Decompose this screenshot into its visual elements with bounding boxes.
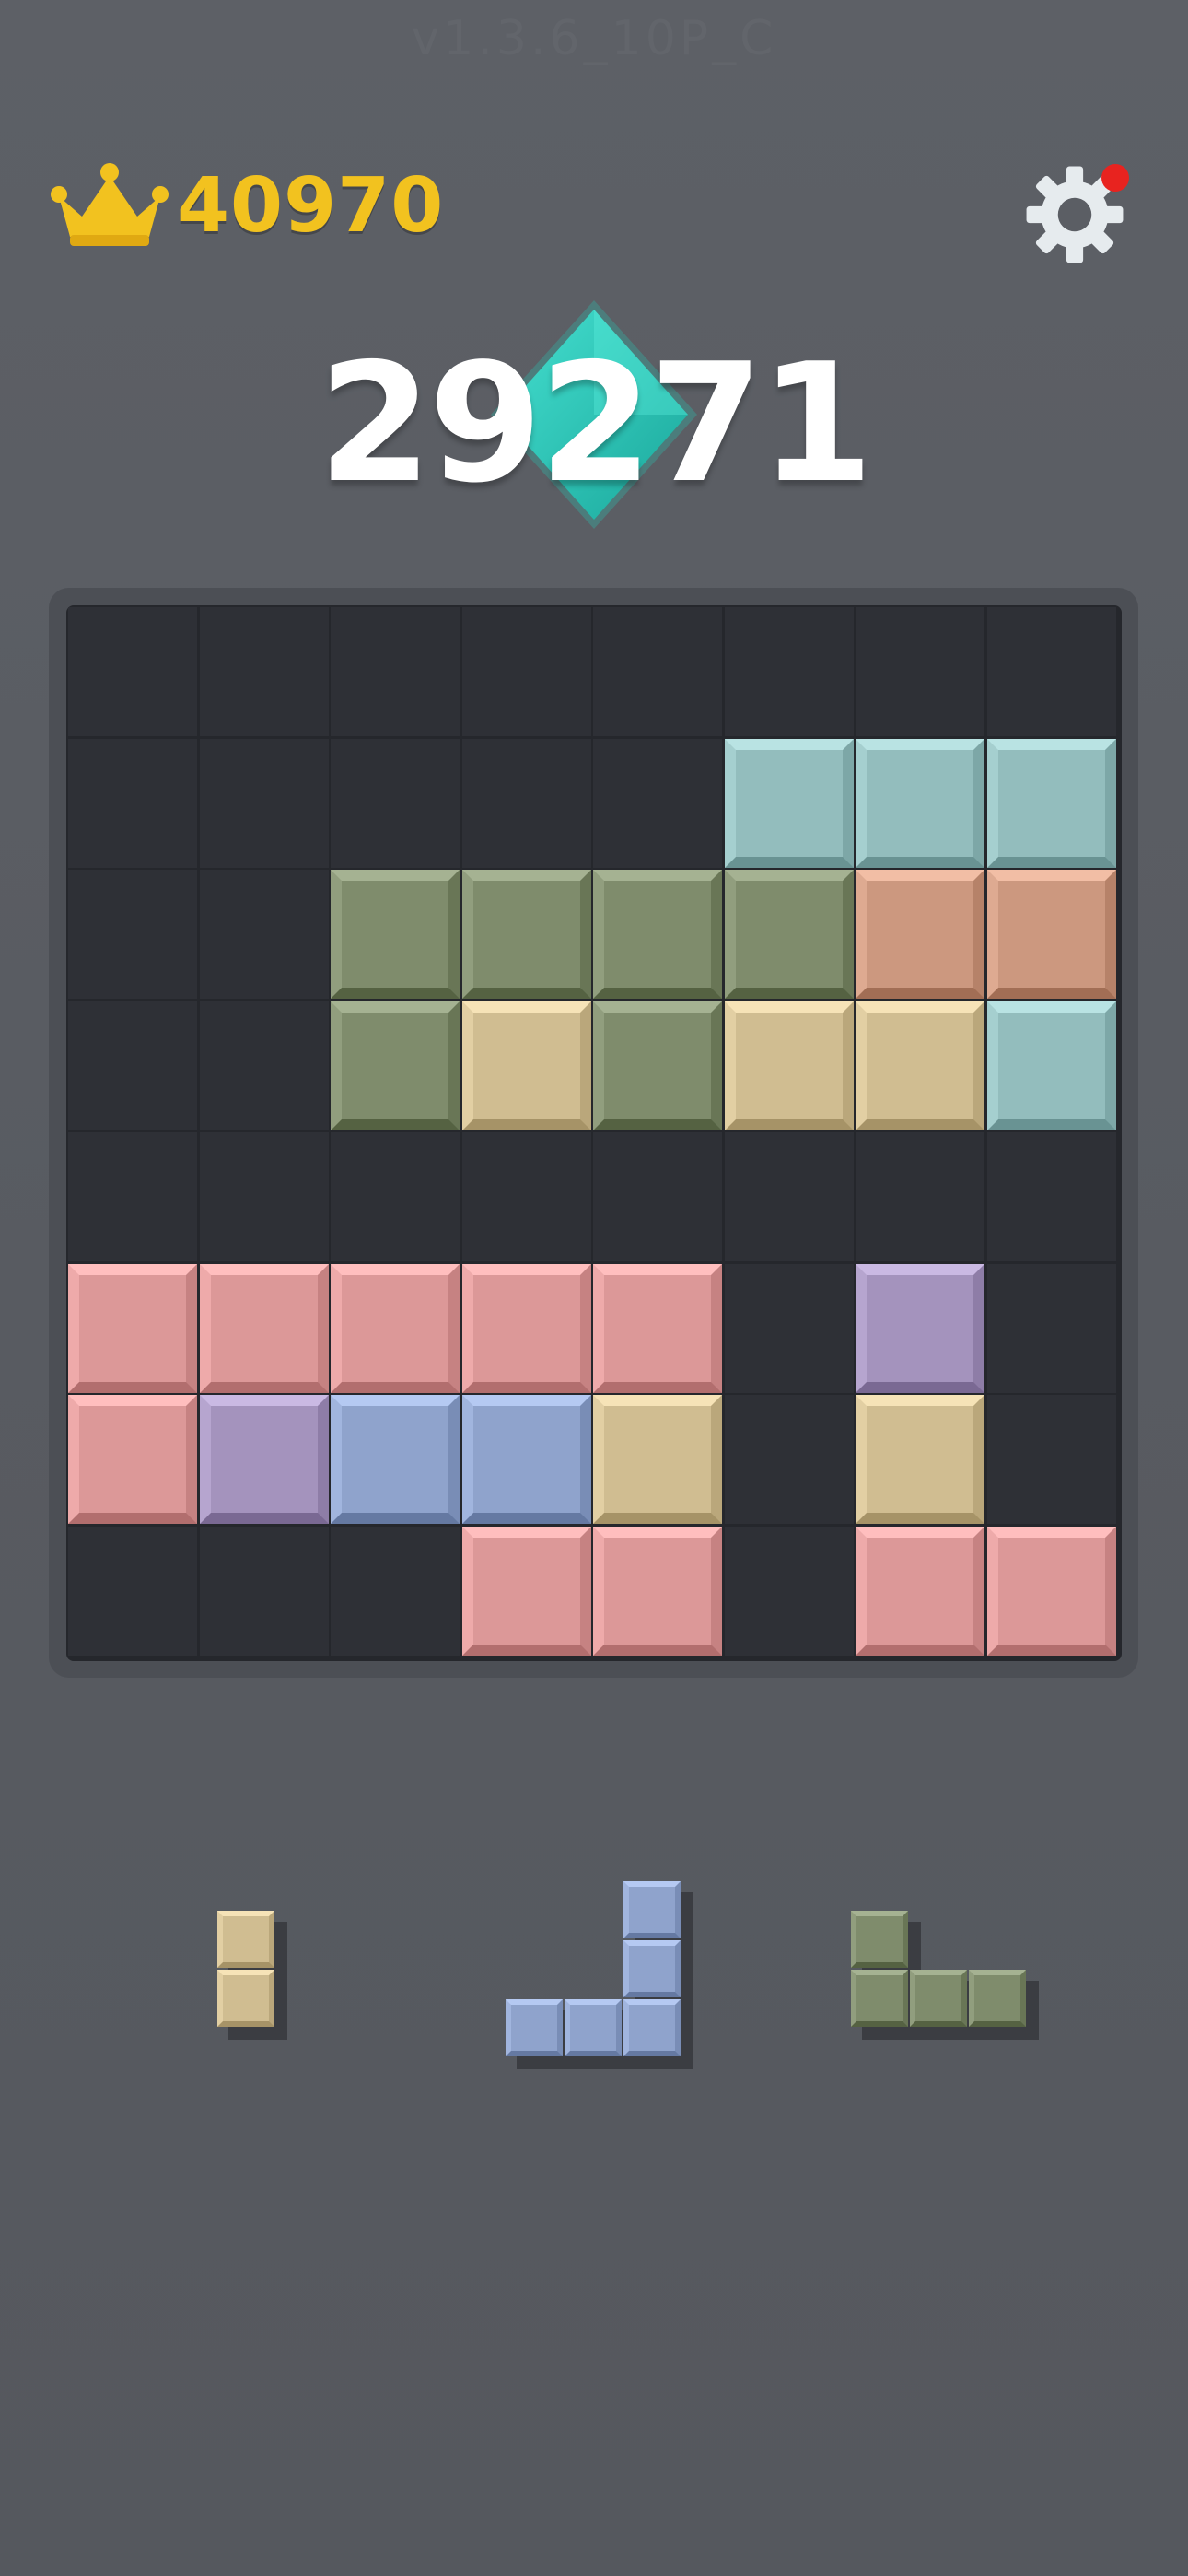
board-cell-tan[interactable]	[461, 1001, 591, 1130]
board-cell-tan[interactable]	[593, 1395, 722, 1524]
board-cell-empty[interactable]	[331, 1132, 460, 1261]
board-cell-olive[interactable]	[331, 1001, 460, 1130]
current-score: 29271	[318, 328, 873, 519]
version-label: v1.3.6_10P_C	[411, 11, 777, 66]
piece-block-blue	[623, 1999, 681, 2056]
board-cell-empty[interactable]	[331, 738, 460, 868]
board-cell-pink[interactable]	[68, 1395, 197, 1524]
board-cell-empty[interactable]	[593, 607, 722, 736]
board-cell-purple[interactable]	[199, 1395, 329, 1524]
best-score-value: 40970	[177, 161, 445, 250]
board-cell-empty[interactable]	[199, 1001, 329, 1130]
piece-block-blue	[565, 1999, 622, 2056]
board-cell-empty[interactable]	[199, 1132, 329, 1261]
board-cell-empty[interactable]	[986, 607, 1116, 736]
board-cell-empty[interactable]	[199, 1526, 329, 1656]
board-cell-empty[interactable]	[199, 607, 329, 736]
board-cell-tan[interactable]	[724, 1001, 854, 1130]
board-cell-blue[interactable]	[331, 1395, 460, 1524]
board-cell-empty[interactable]	[461, 738, 591, 868]
board-cell-empty[interactable]	[986, 1132, 1116, 1261]
board-cell-empty[interactable]	[68, 738, 197, 868]
best-score-display: 40970	[50, 155, 444, 256]
board-cell-empty[interactable]	[856, 607, 984, 736]
board-cell-pink[interactable]	[199, 1263, 329, 1393]
board-cell-empty[interactable]	[724, 1263, 854, 1393]
game-board[interactable]	[66, 605, 1122, 1661]
board-cell-empty[interactable]	[331, 607, 460, 736]
board-cell-olive[interactable]	[331, 870, 460, 999]
piece-block-blue	[506, 1999, 563, 2056]
board-cell-empty[interactable]	[68, 607, 197, 736]
board-cell-empty[interactable]	[724, 1395, 854, 1524]
board-cell-empty[interactable]	[856, 1132, 984, 1261]
board-cell-purple[interactable]	[856, 1263, 984, 1393]
board-cell-orange[interactable]	[986, 870, 1116, 999]
board-cell-empty[interactable]	[593, 1132, 722, 1261]
board-cell-pink[interactable]	[593, 1263, 722, 1393]
board-cell-empty[interactable]	[461, 607, 591, 736]
board-cell-orange[interactable]	[856, 870, 984, 999]
board-cell-empty[interactable]	[986, 1263, 1116, 1393]
board-cell-teal[interactable]	[986, 738, 1116, 868]
board-cell-teal[interactable]	[724, 738, 854, 868]
piece-block-blue	[623, 1881, 681, 1938]
board-cell-empty[interactable]	[986, 1395, 1116, 1524]
board-cell-pink[interactable]	[461, 1263, 591, 1393]
board-cell-pink[interactable]	[461, 1526, 591, 1656]
crown-icon	[51, 163, 169, 246]
settings-button[interactable]	[1022, 162, 1129, 267]
board-cell-teal[interactable]	[856, 738, 984, 868]
board-cell-empty[interactable]	[331, 1526, 460, 1656]
board-cell-tan[interactable]	[856, 1395, 984, 1524]
board-cell-empty[interactable]	[68, 1001, 197, 1130]
board-cell-tan[interactable]	[856, 1001, 984, 1130]
board-cell-pink[interactable]	[68, 1263, 197, 1393]
board-cell-pink[interactable]	[331, 1263, 460, 1393]
board-cell-pink[interactable]	[986, 1526, 1116, 1656]
board-cell-pink[interactable]	[593, 1526, 722, 1656]
board-cell-empty[interactable]	[461, 1132, 591, 1261]
board-cell-blue[interactable]	[461, 1395, 591, 1524]
piece-block-olive	[851, 1970, 908, 2027]
notification-dot	[1101, 164, 1129, 192]
board-cell-teal[interactable]	[986, 1001, 1116, 1130]
board-cell-olive[interactable]	[724, 870, 854, 999]
board-cell-empty[interactable]	[593, 738, 722, 868]
board-cell-empty[interactable]	[68, 1132, 197, 1261]
piece-block-tan	[217, 1911, 274, 1968]
board-cell-olive[interactable]	[593, 870, 722, 999]
piece-block-blue	[623, 1940, 681, 1997]
piece-block-olive	[910, 1970, 967, 2027]
piece-block-olive	[969, 1970, 1026, 2027]
piece-block-olive	[851, 1911, 908, 1968]
board-cell-empty[interactable]	[199, 738, 329, 868]
board-cell-olive[interactable]	[461, 870, 591, 999]
piece-block-tan	[217, 1970, 274, 2027]
board-cell-empty[interactable]	[68, 1526, 197, 1656]
board-cell-empty[interactable]	[724, 1132, 854, 1261]
board-cell-olive[interactable]	[593, 1001, 722, 1130]
board-cell-empty[interactable]	[724, 1526, 854, 1656]
board-cell-pink[interactable]	[856, 1526, 984, 1656]
board-cell-empty[interactable]	[199, 870, 329, 999]
board-cell-empty[interactable]	[724, 607, 854, 736]
board-cell-empty[interactable]	[68, 870, 197, 999]
